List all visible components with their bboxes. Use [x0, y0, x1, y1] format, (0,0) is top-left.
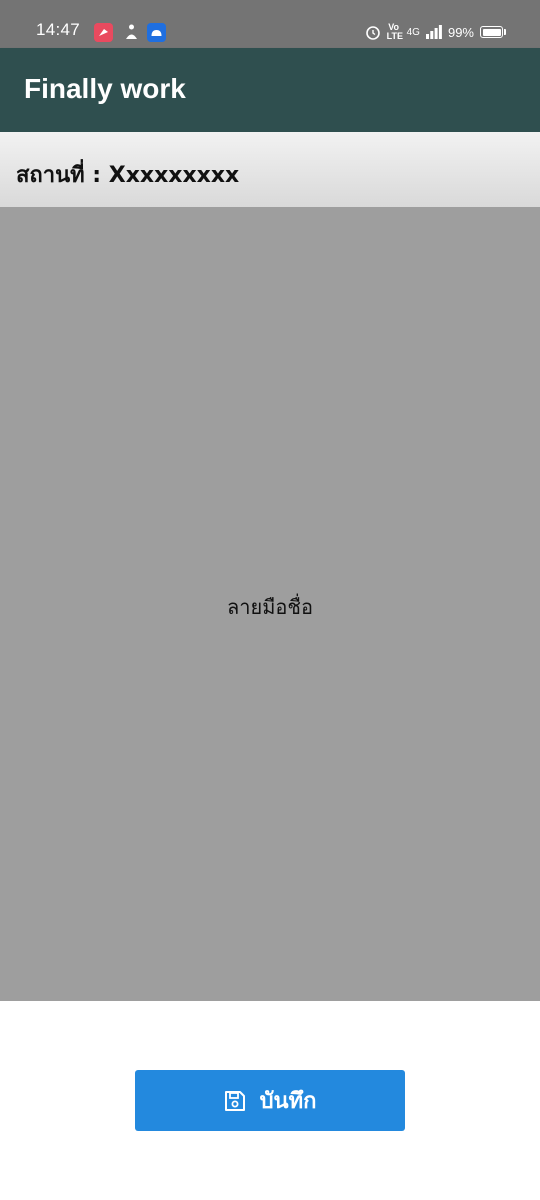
- status-indicators: Vo LTE 4G 99%: [365, 22, 506, 42]
- signature-placeholder: ลายมือชื่อ: [227, 595, 313, 619]
- alarm-icon: [365, 26, 380, 40]
- signature-pad[interactable]: ลายมือชื่อ: [0, 207, 540, 1001]
- save-button-label: บันทึก: [259, 1088, 317, 1113]
- notification-android-icon: [147, 23, 166, 42]
- status-time: 14:47: [36, 20, 81, 39]
- save-button[interactable]: บันทึก: [135, 1070, 405, 1131]
- battery-percent: 99%: [447, 24, 474, 40]
- status-bar: 14:47 Vo LTE 4G 99%: [0, 0, 540, 48]
- notification-person-icon: [126, 24, 137, 39]
- app-bar: Finally work: [0, 48, 540, 132]
- app-title: Finally work: [24, 73, 186, 104]
- location-bar: สถานที่ : Xxxxxxxxx: [0, 132, 540, 207]
- notification-app-icon: [94, 23, 113, 42]
- network-type: 4G: [406, 26, 420, 38]
- battery-tip: [504, 29, 506, 35]
- signal-icon: [425, 25, 442, 39]
- floppy-disk-icon: [224, 1090, 245, 1111]
- volte-indicator: Vo LTE: [386, 22, 403, 41]
- bottom-action-area: บันทึก: [0, 1001, 540, 1200]
- location-label: สถานที่ : Xxxxxxxxx: [16, 163, 240, 188]
- battery-icon: [480, 26, 503, 38]
